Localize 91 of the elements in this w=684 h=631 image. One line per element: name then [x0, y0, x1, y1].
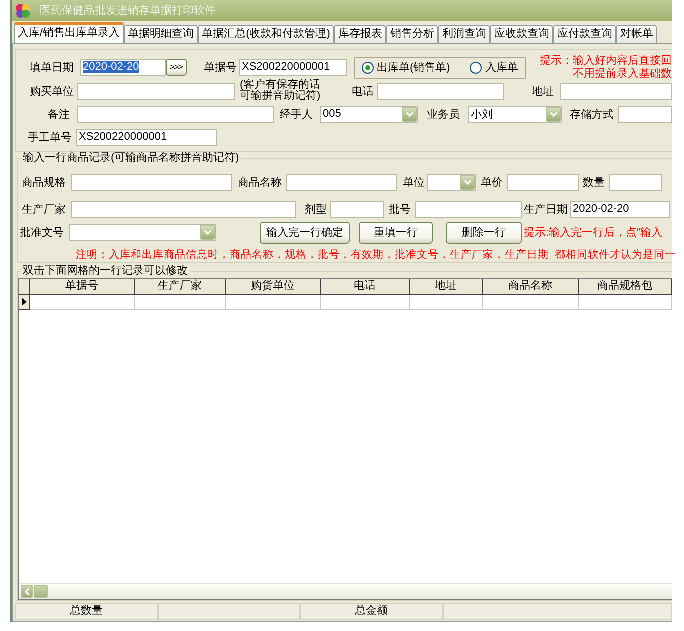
grid-cell[interactable]: [135, 295, 226, 310]
grid-cell[interactable]: [410, 295, 483, 310]
field-note: (客户有保存的话 可输拼音助记符): [240, 80, 322, 102]
horizontal-scrollbar[interactable]: [19, 583, 672, 599]
radio-button[interactable]: 入库单: [470, 60, 518, 75]
hint-text: 提示:输入完一行后，点“输入: [524, 226, 663, 240]
tab[interactable]: 对帐单: [616, 25, 658, 43]
input-field[interactable]: [330, 200, 384, 218]
chevron-left-icon: [24, 588, 30, 596]
tab[interactable]: 应付款查询: [553, 25, 616, 43]
combo-box[interactable]: 小刘: [468, 106, 562, 122]
column-header: 生产厂家: [135, 279, 226, 294]
hint-text: 提示：输入好内容后直接回 不用提前录入基础数: [539, 54, 672, 80]
scroll-left-button[interactable]: [21, 585, 33, 598]
input-field[interactable]: [618, 106, 672, 122]
combo-box[interactable]: 005: [320, 106, 418, 122]
grid-cell[interactable]: [226, 295, 321, 310]
input-field[interactable]: [609, 174, 662, 190]
column-header: 商品名称: [483, 279, 579, 294]
field-label: 批准文号: [20, 226, 64, 240]
chevron-down-icon: [204, 230, 212, 235]
field-label: 单位: [403, 176, 425, 190]
group-title: 双击下面网格的一行记录可以修改: [22, 265, 189, 278]
radio-button[interactable]: 出库单(销售单): [362, 60, 450, 75]
input-field[interactable]: XS200220000001: [76, 128, 217, 146]
input-field[interactable]: [560, 82, 672, 100]
field-label: 填单日期: [30, 61, 74, 75]
date-field[interactable]: 2020-02-20: [570, 200, 670, 218]
field-label: 数量: [583, 176, 605, 190]
field-label: 批号: [389, 202, 411, 216]
chevron-down-icon: [550, 112, 558, 116]
more-button[interactable]: >>>: [166, 59, 187, 76]
action-button[interactable]: 输入完一行确定: [260, 222, 350, 244]
tab[interactable]: 单据汇总(收款和付款管理): [198, 25, 334, 43]
field-label: 备注: [48, 108, 70, 122]
field-label: 存储方式: [570, 108, 614, 122]
grid-cell[interactable]: [483, 295, 579, 310]
input-field[interactable]: [507, 174, 579, 190]
field-label: 商品名称: [238, 176, 282, 190]
tab[interactable]: 库存报表: [334, 25, 386, 43]
grid-cell[interactable]: [579, 295, 672, 310]
input-field[interactable]: [71, 174, 232, 190]
input-field[interactable]: [286, 174, 397, 190]
field-label: 生产厂家: [22, 202, 66, 216]
field-label: 单价: [481, 176, 503, 190]
field-label: 电话: [352, 84, 374, 98]
combo-box[interactable]: [427, 174, 476, 190]
input-field[interactable]: XS200220000001: [239, 59, 347, 76]
tab[interactable]: 单据明细查询: [124, 25, 198, 43]
dropdown-button[interactable]: [402, 106, 417, 122]
field-label: 购买单位: [30, 84, 74, 98]
tab[interactable]: 应收款查询: [490, 25, 554, 43]
tab[interactable]: 入库/销售出库单录入: [14, 22, 124, 43]
chevron-down-icon: [406, 112, 414, 116]
field-label: 业务员: [427, 108, 460, 122]
status-panel: 总数量: [15, 603, 158, 620]
combo-box[interactable]: [69, 224, 216, 241]
field-label: 经手人: [280, 108, 313, 122]
field-label: 生产日期: [524, 202, 568, 216]
status-panel: 总金额: [300, 603, 443, 620]
window-title: 医药保健品批发进销存单据打印软件: [40, 4, 216, 18]
tab[interactable]: 利润查询: [438, 25, 490, 43]
chevron-down-icon: [464, 180, 472, 184]
field-label: 手工单号: [28, 130, 72, 144]
column-header: 商品规格包: [579, 279, 672, 294]
action-button[interactable]: 删除一行: [446, 222, 522, 244]
column-header: 地址: [410, 279, 483, 294]
row-header[interactable]: [19, 295, 30, 310]
tab[interactable]: 销售分析: [386, 25, 438, 43]
input-field[interactable]: [377, 82, 504, 100]
field-label: 商品规格: [22, 176, 66, 190]
scroll-thumb[interactable]: [34, 585, 48, 598]
grid-cell[interactable]: [30, 295, 135, 310]
column-header: 电话: [321, 279, 410, 294]
column-header: 购货单位: [226, 279, 321, 294]
grid-cell[interactable]: [321, 295, 410, 310]
input-field[interactable]: [77, 82, 235, 100]
date-field[interactable]: 2020-02-20: [80, 59, 166, 76]
field-label: 剂型: [305, 202, 327, 216]
action-button[interactable]: 重填一行: [359, 222, 433, 244]
dropdown-button[interactable]: [200, 225, 215, 240]
group-title: 输入一行商品记录(可输商品名称拼音助记符): [22, 152, 240, 165]
field-label: 单据号: [204, 61, 237, 75]
field-label: 地址: [532, 84, 554, 98]
input-field[interactable]: [415, 200, 522, 218]
input-field[interactable]: [71, 200, 296, 218]
input-field[interactable]: [77, 106, 274, 122]
column-header: 单据号: [30, 279, 135, 294]
logo-icon: [16, 4, 30, 18]
dropdown-button[interactable]: [460, 174, 475, 190]
dropdown-button[interactable]: [546, 106, 561, 122]
